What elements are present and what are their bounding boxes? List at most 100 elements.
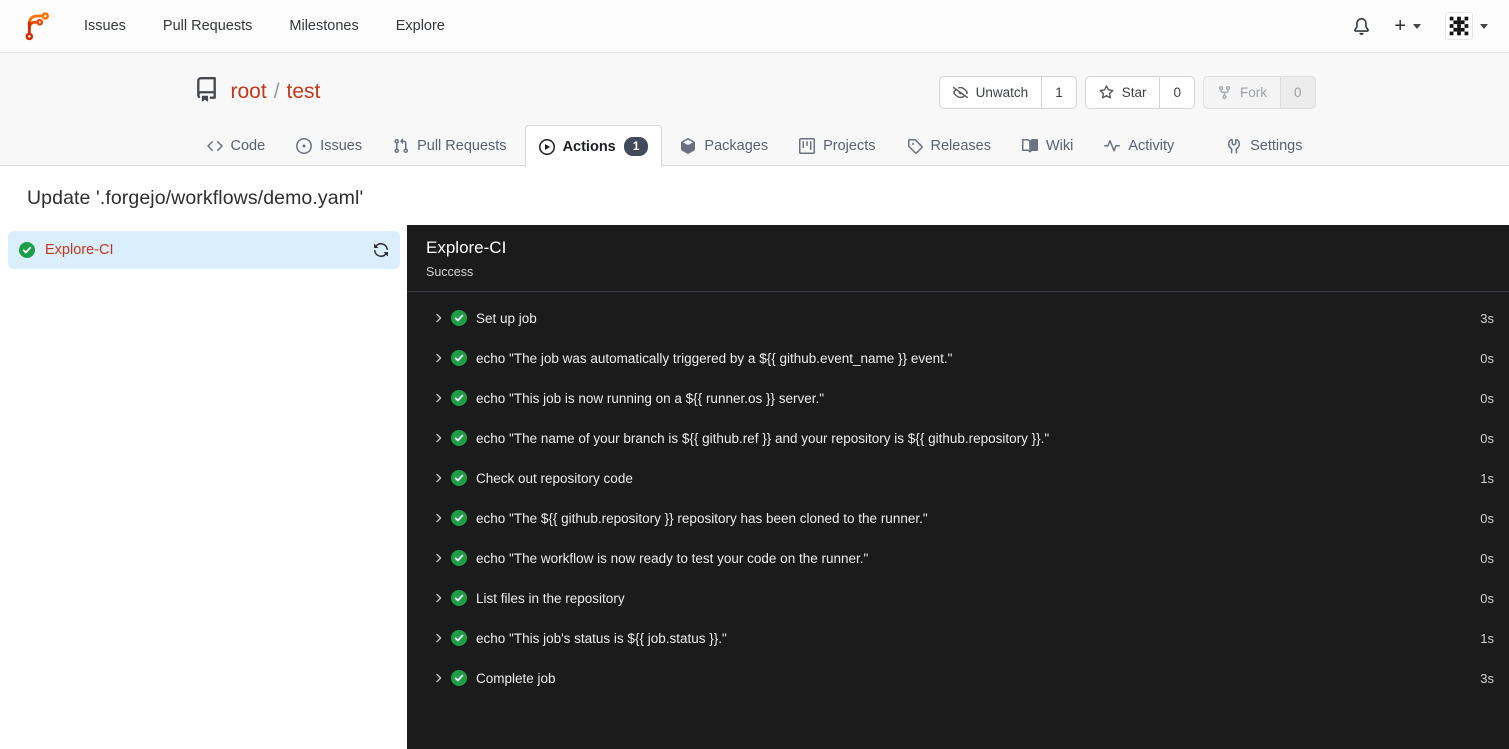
- issue-icon: [296, 138, 312, 154]
- step-row[interactable]: Complete job 3s: [407, 658, 1509, 698]
- eye-off-icon: [953, 85, 968, 100]
- success-check-icon: [451, 510, 467, 526]
- forgejo-logo[interactable]: [21, 10, 51, 42]
- step-row[interactable]: echo "The job was automatically triggere…: [407, 338, 1509, 378]
- chevron-right-icon: [431, 551, 445, 565]
- top-navbar: Issues Pull Requests Milestones Explore …: [0, 0, 1509, 53]
- step-duration: 1s: [1480, 630, 1494, 646]
- nav-item-pull-requests[interactable]: Pull Requests: [163, 18, 252, 34]
- repo-breadcrumb: root / test: [231, 80, 321, 104]
- create-new-menu[interactable]: +: [1394, 15, 1421, 38]
- sync-icon: [373, 242, 389, 258]
- success-check-icon: [451, 590, 467, 606]
- step-name: echo "This job's status is ${{ job.statu…: [476, 630, 727, 646]
- nav-item-milestones[interactable]: Milestones: [289, 18, 358, 34]
- success-check-icon: [451, 430, 467, 446]
- step-name: echo "This job is now running on a ${{ r…: [476, 390, 825, 406]
- repo-owner-link[interactable]: root: [231, 80, 267, 104]
- step-duration: 0s: [1480, 430, 1494, 446]
- step-duration: 0s: [1480, 550, 1494, 566]
- tab-actions[interactable]: Actions 1: [524, 125, 663, 167]
- fork-button: Fork: [1204, 77, 1280, 108]
- repo-name-link[interactable]: test: [287, 80, 321, 104]
- job-list-item[interactable]: Explore-CI: [8, 231, 400, 269]
- success-check-icon: [451, 550, 467, 566]
- forks-count[interactable]: 0: [1279, 76, 1315, 108]
- step-row[interactable]: echo "The workflow is now ready to test …: [407, 538, 1509, 578]
- tab-code[interactable]: Code: [194, 125, 279, 166]
- tab-packages[interactable]: Packages: [667, 125, 781, 166]
- steps-list: Set up job 3s echo "The job was automati…: [407, 292, 1509, 698]
- step-name: List files in the repository: [476, 590, 625, 606]
- step-row[interactable]: Check out repository code 1s: [407, 458, 1509, 498]
- chevron-right-icon: [431, 671, 445, 685]
- step-row[interactable]: echo "The name of your branch is ${{ git…: [407, 418, 1509, 458]
- unwatch-button[interactable]: Unwatch: [940, 77, 1042, 108]
- tab-projects[interactable]: Projects: [786, 125, 888, 166]
- user-menu[interactable]: [1445, 12, 1488, 40]
- package-icon: [680, 138, 696, 154]
- repo-action-buttons: Unwatch 1 Star 0 Fork 0: [938, 75, 1316, 109]
- actions-count-badge: 1: [623, 137, 649, 156]
- step-name: Check out repository code: [476, 470, 633, 486]
- tab-activity[interactable]: Activity: [1091, 125, 1187, 166]
- repo-title-row: root / test Unwatch 1 Star 0 Fork 0: [194, 53, 1316, 125]
- tools-icon: [1226, 138, 1242, 154]
- play-circle-icon: [539, 139, 555, 155]
- step-name: echo "The ${{ github.repository }} repos…: [476, 510, 928, 526]
- chevron-down-icon: [1480, 23, 1488, 29]
- step-name: echo "The name of your branch is ${{ git…: [476, 430, 1050, 446]
- step-name: echo "The workflow is now ready to test …: [476, 550, 869, 566]
- chevron-right-icon: [431, 351, 445, 365]
- tab-wiki[interactable]: Wiki: [1009, 125, 1086, 166]
- bell-icon: [1353, 18, 1370, 35]
- avatar: [1445, 12, 1473, 40]
- step-duration: 1s: [1480, 470, 1494, 486]
- fork-button-group: Fork 0: [1202, 75, 1316, 109]
- step-row[interactable]: echo "This job's status is ${{ job.statu…: [407, 618, 1509, 658]
- tab-issues[interactable]: Issues: [283, 125, 375, 166]
- fork-label: Fork: [1239, 84, 1267, 100]
- step-row[interactable]: echo "This job is now running on a ${{ r…: [407, 378, 1509, 418]
- jobs-sidebar: Explore-CI: [0, 225, 407, 749]
- chevron-right-icon: [431, 591, 445, 605]
- pulse-icon: [1104, 138, 1120, 154]
- tag-icon: [907, 138, 923, 154]
- pull-request-icon: [393, 138, 409, 154]
- step-duration: 3s: [1480, 670, 1494, 686]
- star-label: Star: [1121, 84, 1147, 100]
- code-icon: [207, 138, 223, 154]
- watchers-count[interactable]: 1: [1041, 76, 1076, 108]
- step-duration: 0s: [1480, 350, 1494, 366]
- job-log-panel: Explore-CI Success Set up job 3s echo "T…: [407, 225, 1509, 749]
- chevron-right-icon: [431, 511, 445, 525]
- tab-releases[interactable]: Releases: [894, 125, 1004, 166]
- success-check-icon: [451, 630, 467, 646]
- step-duration: 0s: [1480, 390, 1494, 406]
- job-status: Success: [426, 265, 474, 279]
- chevron-right-icon: [431, 431, 445, 445]
- stars-count[interactable]: 0: [1159, 76, 1194, 108]
- book-icon: [1022, 138, 1038, 154]
- project-icon: [799, 138, 815, 154]
- step-row[interactable]: Set up job 3s: [407, 298, 1509, 338]
- step-row[interactable]: List files in the repository 0s: [407, 578, 1509, 618]
- star-button[interactable]: Star: [1086, 77, 1160, 108]
- navbar-right: +: [1353, 12, 1488, 40]
- rerun-job-button[interactable]: [373, 242, 389, 258]
- tab-settings[interactable]: Settings: [1213, 125, 1315, 166]
- step-duration: 3s: [1480, 310, 1494, 326]
- actions-run-page: Update '.forgejo/workflows/demo.yaml' Ex…: [0, 166, 1509, 749]
- tab-pull-requests[interactable]: Pull Requests: [380, 125, 519, 166]
- success-check-icon: [451, 470, 467, 486]
- notifications-button[interactable]: [1353, 18, 1370, 35]
- step-duration: 0s: [1480, 510, 1494, 526]
- main-nav: Issues Pull Requests Milestones Explore: [84, 18, 445, 34]
- nav-item-explore[interactable]: Explore: [396, 18, 445, 34]
- star-button-group: Star 0: [1084, 75, 1195, 109]
- chevron-right-icon: [431, 471, 445, 485]
- nav-item-issues[interactable]: Issues: [84, 18, 126, 34]
- forgejo-logo-icon: [21, 10, 51, 42]
- step-row[interactable]: echo "The ${{ github.repository }} repos…: [407, 498, 1509, 538]
- success-check-icon: [451, 310, 467, 326]
